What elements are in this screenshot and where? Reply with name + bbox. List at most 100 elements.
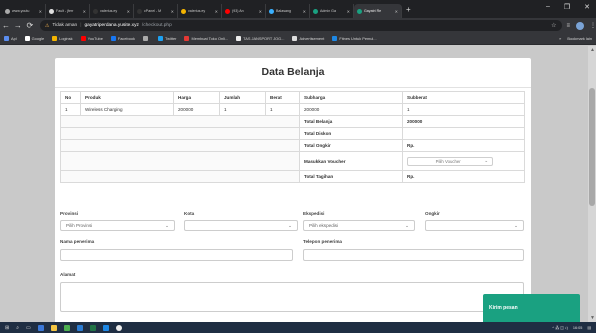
bookmark-item[interactable]: Membuat Toko Onli... xyxy=(184,36,228,41)
tab-favicon-icon xyxy=(49,8,54,14)
tab-close-icon[interactable]: ✕ xyxy=(171,9,174,14)
close-window-button[interactable]: ✕ xyxy=(584,3,590,11)
app-icon[interactable] xyxy=(115,324,122,331)
chrome-icon[interactable] xyxy=(63,324,70,331)
tab-close-icon[interactable]: ✕ xyxy=(215,9,218,14)
windows-start-icon[interactable]: ⊞ xyxy=(5,325,9,331)
playlist-icon[interactable]: ≡ xyxy=(567,23,571,29)
bookmark-item[interactable]: Fitnes Untuk Pemul... xyxy=(332,36,377,41)
bookmark-label: TAS JANSPORT JOG... xyxy=(243,36,285,41)
tab-favicon-icon xyxy=(5,8,10,14)
url-bar[interactable]: ⚠ Tidak aman | gayatriperdana.yusite.xyz… xyxy=(39,20,562,31)
bookmark-label: Fitnes Untuk Pemul... xyxy=(339,36,377,41)
bookmark-favicon-icon xyxy=(110,36,116,41)
notification-icon[interactable]: ▤ xyxy=(587,325,591,330)
telepon-penerima-label: Telepon penerima xyxy=(303,239,342,244)
new-tab-button[interactable]: + xyxy=(406,5,411,14)
profile-avatar[interactable] xyxy=(576,21,585,30)
bookmark-star-icon[interactable]: ☆ xyxy=(551,22,556,29)
browser-tab[interactable]: Balasang ✕ xyxy=(266,4,310,18)
voucher-label: Masukkan Voucher xyxy=(299,151,403,171)
summary-row-total-belanja: Total Belanja 200000 xyxy=(60,115,525,128)
ongkir-select[interactable]: ⌄ xyxy=(425,220,524,231)
bookmark-item[interactable]: Twitter xyxy=(157,36,176,41)
browser-tab[interactable]: valerius.ey ✕ xyxy=(90,4,134,18)
menu-kebab-icon[interactable]: ⋮ xyxy=(590,22,596,29)
bookmarks-overflow-button[interactable]: » xyxy=(559,36,561,41)
tab-close-icon[interactable]: ✕ xyxy=(83,9,86,14)
edge-icon[interactable] xyxy=(37,324,44,331)
bookmark-favicon-icon xyxy=(292,36,298,41)
ekspedisi-select[interactable]: Pilih ekspedisi ⌄ xyxy=(303,220,415,231)
file-explorer-icon[interactable] xyxy=(50,324,57,331)
task-view-icon[interactable]: ▭ xyxy=(26,325,31,331)
total-ongkir-label: Total Ongkir xyxy=(299,139,403,152)
bookmark-item[interactable]: YouTube xyxy=(80,36,103,41)
tab-close-icon[interactable]: ✕ xyxy=(127,9,130,14)
browser-tab[interactable]: Fault - jferr ✕ xyxy=(46,4,90,18)
nama-penerima-input[interactable] xyxy=(60,249,293,261)
kota-select[interactable]: ⌄ xyxy=(184,220,298,231)
bookmark-item[interactable]: Advertisement xyxy=(292,36,324,41)
word-icon[interactable] xyxy=(76,324,83,331)
provinsi-select[interactable]: Pilih Provinsi ⌄ xyxy=(60,220,175,231)
back-arrow-icon[interactable]: ← xyxy=(0,21,12,30)
bookmark-item[interactable]: Apl xyxy=(4,36,17,41)
col-subberat: Subberat xyxy=(402,91,525,104)
telepon-penerima-input[interactable] xyxy=(303,249,524,261)
maximize-button[interactable]: ❐ xyxy=(564,3,570,11)
browser-tab[interactable]: www.youtu ✕ xyxy=(2,4,46,18)
page-viewport: Data Belanja No Produk Harga Jumlah Bera… xyxy=(0,46,596,322)
browser-tab[interactable]: valerius.ey ✕ xyxy=(178,4,222,18)
browser-tab[interactable]: cPanel - M ✕ xyxy=(134,4,178,18)
tab-close-icon[interactable]: ✕ xyxy=(39,9,42,14)
tab-favicon-icon xyxy=(225,8,230,14)
tab-label: valerius.ey xyxy=(188,9,206,13)
bookmark-favicon-icon xyxy=(52,36,58,41)
cell-produk: Wireless Charging xyxy=(80,103,174,116)
security-label: Tidak aman xyxy=(52,23,78,28)
bookmark-item[interactable]: TAS JANSPORT JOG... xyxy=(236,36,284,41)
tray-icons[interactable]: ^ ⁂ ◫ ♪) xyxy=(552,325,568,330)
cell-no: 1 xyxy=(60,103,81,116)
total-diskon-label: Total Diskon xyxy=(299,127,403,140)
minimize-button[interactable]: – xyxy=(546,3,550,11)
provinsi-label: Provinsi xyxy=(60,211,79,216)
page-scrollbar[interactable]: ▲ ▼ xyxy=(588,46,596,322)
reload-icon[interactable]: ⟳ xyxy=(24,21,36,30)
bookmark-item[interactable] xyxy=(142,36,150,41)
total-belanja-label: Total Belanja xyxy=(299,115,403,128)
bookmark-item[interactable]: Google xyxy=(24,36,44,41)
browser-tab[interactable]: Gayatri Re ✕ xyxy=(354,4,402,18)
ekspedisi-select-value: Pilih ekspedisi xyxy=(309,223,339,228)
bookmark-item[interactable]: Loginsk xyxy=(52,36,73,41)
tab-close-icon[interactable]: ✕ xyxy=(259,9,262,14)
tab-close-icon[interactable]: ✕ xyxy=(395,9,398,14)
excel-icon[interactable] xyxy=(89,324,96,331)
total-ongkir-value: Rp. xyxy=(402,139,525,152)
scrollbar-thumb[interactable] xyxy=(589,88,595,206)
col-produk: Produk xyxy=(80,91,174,104)
browser-tab[interactable]: Admin Ga ✕ xyxy=(310,4,354,18)
tab-label: valerius.ey xyxy=(100,9,118,13)
checkout-card: Data Belanja No Produk Harga Jumlah Bera… xyxy=(55,58,531,322)
tab-close-icon[interactable]: ✕ xyxy=(303,9,306,14)
tab-close-icon[interactable]: ✕ xyxy=(347,9,350,14)
browser-tab[interactable]: (93) An ✕ xyxy=(222,4,266,18)
scroll-down-icon[interactable]: ▼ xyxy=(590,315,595,321)
ongkir-label: Ongkir xyxy=(425,211,440,216)
col-jumlah: Jumlah xyxy=(219,91,266,104)
app-icon[interactable] xyxy=(102,324,109,331)
voucher-select[interactable]: Pilih Voucher ⌄ xyxy=(407,156,493,166)
search-icon[interactable]: ⌕ xyxy=(16,325,19,331)
bookmark-item[interactable]: Facebook xyxy=(110,36,135,41)
warning-icon: ⚠ xyxy=(44,22,50,29)
alamat-textarea[interactable] xyxy=(60,282,524,312)
chat-send-button[interactable]: Kirim pesan xyxy=(483,294,580,322)
bookmark-label: YouTube xyxy=(87,36,103,41)
scroll-up-icon[interactable]: ▲ xyxy=(590,47,595,53)
other-bookmarks-folder[interactable]: Bookmark lain xyxy=(567,36,592,41)
forward-arrow-icon[interactable]: → xyxy=(12,21,24,30)
page-title: Data Belanja xyxy=(261,66,325,78)
tray-clock[interactable]: 16:05 xyxy=(573,326,583,330)
